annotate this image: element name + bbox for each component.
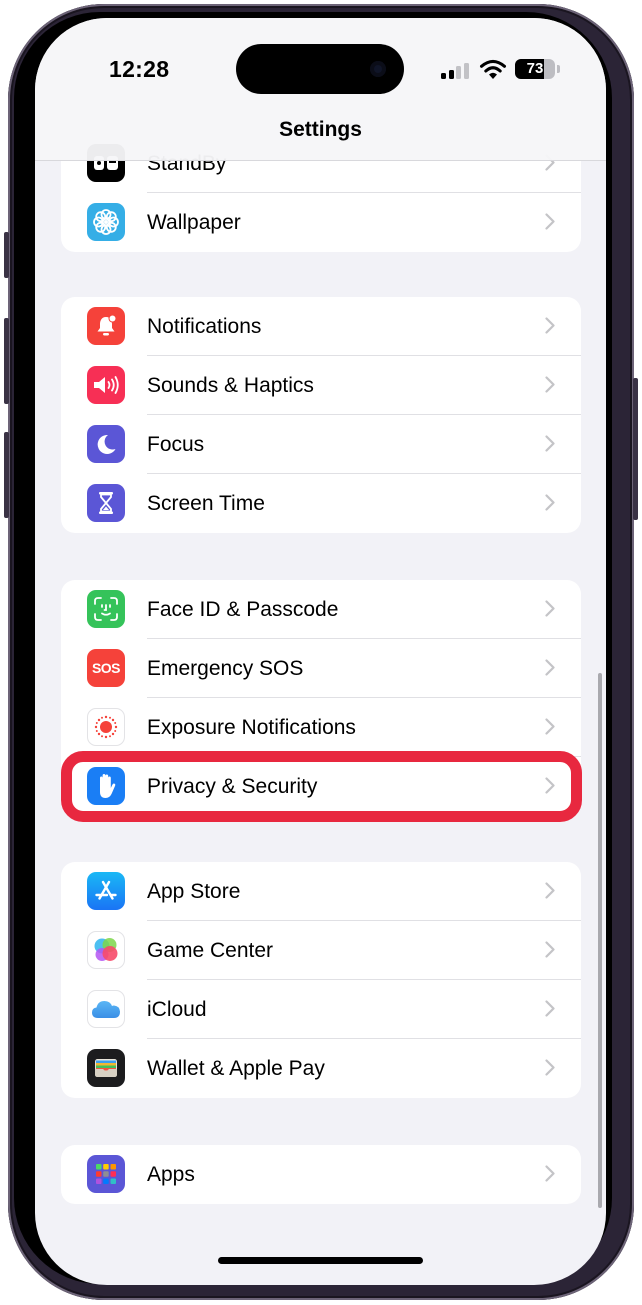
row-label: Wallpaper — [147, 210, 241, 234]
settings-row-wallpaper[interactable]: Wallpaper — [61, 193, 581, 252]
settings-row-sounds-haptics[interactable]: Sounds & Haptics — [61, 356, 581, 415]
signal-bar — [441, 73, 446, 79]
action-button — [4, 232, 9, 278]
chevron-right-icon — [545, 882, 555, 899]
row-label: Notifications — [147, 314, 262, 338]
settings-row-face-id[interactable]: Face ID & Passcode — [61, 580, 581, 639]
status-time: 12:28 — [109, 56, 170, 82]
chevron-right-icon — [545, 494, 555, 511]
signal-bar — [456, 66, 461, 79]
icloud-icon — [87, 990, 125, 1028]
wallpaper-icon — [87, 203, 125, 241]
settings-row-privacy-security[interactable]: Privacy & Security — [61, 757, 581, 816]
hourglass-icon — [87, 484, 125, 522]
chevron-right-icon — [545, 777, 555, 794]
camera-icon — [370, 61, 386, 77]
row-label: Face ID & Passcode — [147, 597, 339, 621]
settings-row-screen-time[interactable]: Screen Time — [61, 474, 581, 533]
chevron-right-icon — [545, 317, 555, 334]
settings-group-apps: Apps — [61, 1145, 581, 1204]
row-label: Screen Time — [147, 491, 265, 515]
settings-row-icloud[interactable]: iCloud — [61, 980, 581, 1039]
signal-bar — [463, 62, 469, 79]
wifi-icon — [480, 59, 506, 79]
row-label: Focus — [147, 432, 205, 456]
settings-row-emergency-sos[interactable]: SOS Emergency SOS — [61, 639, 581, 698]
row-label: Game Center — [147, 938, 274, 962]
face-id-icon — [87, 590, 125, 628]
volume-down-button — [4, 432, 9, 518]
settings-row-notifications[interactable]: Notifications — [61, 297, 581, 356]
scrollbar[interactable] — [598, 673, 602, 1208]
signal-bar — [448, 69, 454, 79]
focus-moon-icon — [87, 425, 125, 463]
settings-group-services: App Store Game Center iCloud Wallet & Ap… — [61, 862, 581, 1098]
hand-icon — [87, 767, 125, 805]
sos-icon-text: SOS — [91, 660, 121, 676]
status-bar: 12:28 73 — [35, 18, 606, 118]
page-title: Settings — [279, 118, 362, 141]
row-label: App Store — [147, 879, 241, 903]
settings-row-exposure-notifications[interactable]: Exposure Notifications — [61, 698, 581, 757]
apps-grid-icon — [87, 1155, 125, 1193]
settings-row-wallet[interactable]: Wallet & Apple Pay — [61, 1039, 581, 1098]
chevron-right-icon — [545, 1059, 555, 1076]
app-store-icon — [87, 872, 125, 910]
row-label: Apps — [147, 1162, 195, 1186]
row-label: Exposure Notifications — [147, 715, 356, 739]
chevron-right-icon — [545, 1000, 555, 1017]
chevron-right-icon — [545, 213, 555, 230]
game-center-icon — [87, 931, 125, 969]
chevron-right-icon — [545, 376, 555, 393]
row-label: iCloud — [147, 997, 207, 1021]
row-label: Privacy & Security — [147, 774, 318, 798]
navigation-bar: 12:28 73 Settings — [35, 18, 606, 161]
wallet-icon — [87, 1049, 125, 1087]
settings-group-security: Face ID & Passcode SOS Emergency SOS Exp… — [61, 580, 581, 816]
chevron-right-icon — [545, 600, 555, 617]
cellular-signal-icon — [441, 62, 471, 79]
side-button — [633, 378, 638, 520]
exposure-icon — [87, 708, 125, 746]
chevron-right-icon — [545, 718, 555, 735]
battery-icon: 73 — [515, 59, 560, 79]
chevron-right-icon — [545, 659, 555, 676]
dynamic-island — [236, 44, 404, 94]
settings-list[interactable]: StandBy Wallpaper Notifications Sounds &… — [35, 18, 606, 1285]
row-label: Sounds & Haptics — [147, 373, 314, 397]
settings-row-game-center[interactable]: Game Center — [61, 921, 581, 980]
screen: StandBy Wallpaper Notifications Sounds &… — [35, 18, 606, 1285]
row-label: Wallet & Apple Pay — [147, 1056, 325, 1080]
home-indicator[interactable] — [218, 1257, 423, 1264]
settings-row-app-store[interactable]: App Store — [61, 862, 581, 921]
battery-percent: 73 — [526, 60, 544, 77]
settings-row-focus[interactable]: Focus — [61, 415, 581, 474]
chevron-right-icon — [545, 1165, 555, 1182]
chevron-right-icon — [545, 941, 555, 958]
settings-row-apps[interactable]: Apps — [61, 1145, 581, 1204]
sos-icon: SOS — [87, 649, 125, 687]
chevron-right-icon — [545, 435, 555, 452]
settings-group-notifications: Notifications Sounds & Haptics Focus Scr… — [61, 297, 581, 533]
volume-up-button — [4, 318, 9, 404]
notifications-icon — [87, 307, 125, 345]
sounds-icon — [87, 366, 125, 404]
row-label: Emergency SOS — [147, 656, 304, 680]
